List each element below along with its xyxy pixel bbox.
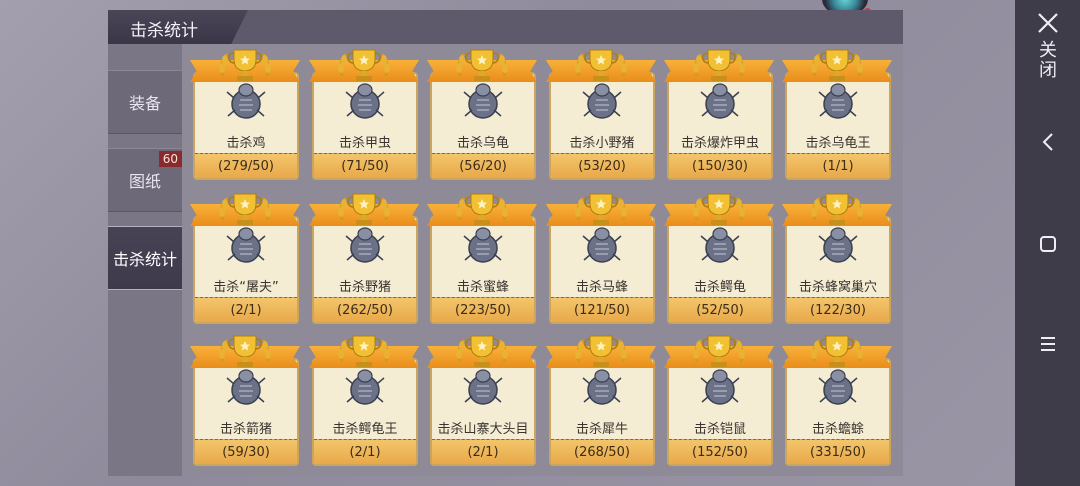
kill-count: (331/50) bbox=[787, 439, 889, 464]
monster-name: 击杀小野猪 bbox=[569, 136, 635, 151]
kill-count: (56/20) bbox=[432, 153, 534, 178]
tab-blueprints[interactable]: 图纸 60 bbox=[108, 148, 182, 212]
monster-name: 击杀马蜂 bbox=[575, 280, 628, 295]
kill-count: (2/1) bbox=[195, 297, 297, 322]
kill-stat-card[interactable]: 击杀小野猪 (53/20) bbox=[546, 46, 656, 182]
kill-count: (279/50) bbox=[195, 153, 297, 178]
kill-count: (121/50) bbox=[551, 297, 653, 322]
panel-header: 击杀统计 bbox=[108, 10, 903, 44]
card-body: 击杀甲虫 (71/50) bbox=[312, 72, 418, 180]
monster-name: 击杀蜂窝巢穴 bbox=[798, 280, 877, 295]
kill-stat-card[interactable]: 击杀乌龟王 (1/1) bbox=[782, 46, 892, 182]
kill-stat-card[interactable]: 击杀鳄龟王 (2/1) bbox=[309, 332, 419, 468]
monster-name: 击杀野猪 bbox=[338, 280, 391, 295]
kill-count: (2/1) bbox=[432, 439, 534, 464]
card-body: 击杀乌龟王 (1/1) bbox=[785, 72, 891, 180]
kill-stat-card[interactable]: 击杀爆炸甲虫 (150/30) bbox=[664, 46, 774, 182]
card-body: 击杀小野猪 (53/20) bbox=[549, 72, 655, 180]
kill-count: (52/50) bbox=[669, 297, 771, 322]
card-body: 击杀蜂窝巢穴 (122/30) bbox=[785, 216, 891, 324]
card-body: 击杀箭猪 (59/30) bbox=[193, 358, 299, 466]
kill-stat-card[interactable]: 击杀鸡 (279/50) bbox=[190, 46, 300, 182]
kill-stat-card[interactable]: 击杀蜜蜂 (223/50) bbox=[427, 190, 537, 326]
kill-count: (262/50) bbox=[314, 297, 416, 322]
kill-count: (122/30) bbox=[787, 297, 889, 322]
kill-count: (53/20) bbox=[551, 153, 653, 178]
monster-name: 击杀鸡 bbox=[226, 136, 266, 151]
tab-label: 图纸 bbox=[128, 172, 161, 191]
card-body: 击杀野猪 (262/50) bbox=[312, 216, 418, 324]
monster-name: 击杀箭猪 bbox=[219, 422, 272, 437]
tab-kill-stats[interactable]: 击杀统计 bbox=[108, 226, 182, 290]
card-body: 击杀铠鼠 (152/50) bbox=[667, 358, 773, 466]
kill-stat-card[interactable]: 击杀犀牛 (268/50) bbox=[546, 332, 656, 468]
kill-stat-card[interactable]: 击杀蟾蜍 (331/50) bbox=[782, 332, 892, 468]
card-body: 击杀鳄龟王 (2/1) bbox=[312, 358, 418, 466]
card-body: 击杀鸡 (279/50) bbox=[193, 72, 299, 180]
monster-name: 击杀甲虫 bbox=[338, 136, 391, 151]
card-body: 击杀马蜂 (121/50) bbox=[549, 216, 655, 324]
page-title: 击杀统计 bbox=[130, 21, 198, 41]
kill-stat-card[interactable]: 击杀蜂窝巢穴 (122/30) bbox=[782, 190, 892, 326]
monster-name: 击杀蜜蜂 bbox=[456, 280, 509, 295]
kill-stat-card[interactable]: 击杀铠鼠 (152/50) bbox=[664, 332, 774, 468]
card-body: 击杀蟾蜍 (331/50) bbox=[785, 358, 891, 466]
tab-label: 击杀统计 bbox=[112, 250, 177, 269]
tab-label: 装备 bbox=[128, 94, 161, 113]
kill-count: (268/50) bbox=[551, 439, 653, 464]
kill-count: (71/50) bbox=[314, 153, 416, 178]
monster-name: 击杀爆炸甲虫 bbox=[680, 136, 759, 151]
card-body: 击杀山寨大头目 (2/1) bbox=[430, 358, 536, 466]
close-label[interactable]: 关闭 bbox=[1035, 40, 1059, 80]
menu-icon[interactable] bbox=[1015, 330, 1080, 358]
kill-count: (1/1) bbox=[787, 153, 889, 178]
kill-stat-card[interactable]: 击杀甲虫 (71/50) bbox=[309, 46, 419, 182]
card-body: 击杀犀牛 (268/50) bbox=[549, 358, 655, 466]
kill-count: (59/30) bbox=[195, 439, 297, 464]
badge-count: 60 bbox=[158, 151, 182, 167]
kill-stat-card[interactable]: 击杀“屠夫” (2/1) bbox=[190, 190, 300, 326]
kill-stat-card[interactable]: 击杀鳄龟 (52/50) bbox=[664, 190, 774, 326]
kill-count: (152/50) bbox=[669, 439, 771, 464]
kill-count: (223/50) bbox=[432, 297, 534, 322]
monster-name: 击杀乌龟 bbox=[456, 136, 509, 151]
monster-name: 击杀鳄龟 bbox=[693, 280, 746, 295]
kill-count: (2/1) bbox=[314, 439, 416, 464]
close-icon[interactable] bbox=[1015, 8, 1080, 38]
monster-name: 击杀乌龟王 bbox=[805, 136, 871, 151]
monster-name: 击杀铠鼠 bbox=[693, 422, 746, 437]
card-body: 击杀鳄龟 (52/50) bbox=[667, 216, 773, 324]
card-body: 击杀蜜蜂 (223/50) bbox=[430, 216, 536, 324]
kill-count: (150/30) bbox=[669, 153, 771, 178]
home-icon[interactable] bbox=[1015, 230, 1080, 258]
tab-equipment[interactable]: 装备 bbox=[108, 70, 182, 134]
kill-stat-card[interactable]: 击杀马蜂 (121/50) bbox=[546, 190, 656, 326]
monster-name: 击杀犀牛 bbox=[575, 422, 628, 437]
card-body: 击杀爆炸甲虫 (150/30) bbox=[667, 72, 773, 180]
kill-stat-card[interactable]: 击杀山寨大头目 (2/1) bbox=[427, 332, 537, 468]
monster-name: 击杀“屠夫” bbox=[213, 280, 279, 295]
sidebar: 装备 图纸 60 击杀统计 bbox=[108, 44, 182, 476]
kill-stat-card[interactable]: 击杀乌龟 (56/20) bbox=[427, 46, 537, 182]
kill-stat-card[interactable]: 击杀箭猪 (59/30) bbox=[190, 332, 300, 468]
card-body: 击杀“屠夫” (2/1) bbox=[193, 216, 299, 324]
card-body: 击杀乌龟 (56/20) bbox=[430, 72, 536, 180]
monster-name: 击杀蟾蜍 bbox=[811, 422, 864, 437]
kill-stat-card[interactable]: 击杀野猪 (262/50) bbox=[309, 190, 419, 326]
monster-name: 击杀鳄龟王 bbox=[332, 422, 398, 437]
monster-name: 击杀山寨大头目 bbox=[437, 422, 529, 437]
back-icon[interactable] bbox=[1015, 128, 1080, 156]
